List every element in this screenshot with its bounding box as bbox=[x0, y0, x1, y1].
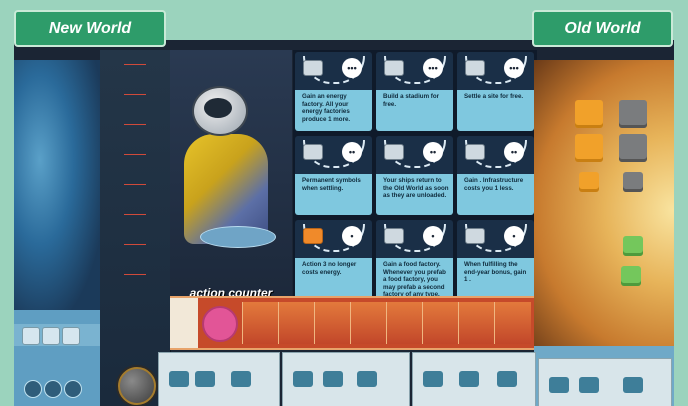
bonus-tile[interactable] bbox=[412, 352, 536, 406]
track-space bbox=[242, 302, 279, 344]
orange-resource-cube[interactable] bbox=[575, 134, 603, 162]
track-tick bbox=[124, 124, 146, 125]
ship-icon bbox=[384, 144, 404, 160]
bonus-icon bbox=[231, 371, 251, 387]
year-track bbox=[170, 296, 534, 350]
track-space bbox=[278, 302, 315, 344]
track-space bbox=[314, 302, 351, 344]
card-text: Your ships return to the Old World as so… bbox=[383, 177, 449, 200]
track-space bbox=[350, 302, 387, 344]
bonus-icon bbox=[459, 371, 479, 387]
action-card[interactable]: • When fulfilling the end-year bonus, ga… bbox=[457, 220, 534, 299]
card-cost: •• bbox=[423, 142, 443, 162]
card-cost: •• bbox=[342, 142, 362, 162]
pink-player-disc[interactable] bbox=[202, 306, 238, 342]
track-label-tile bbox=[170, 298, 198, 348]
ship-tile-icon bbox=[22, 327, 40, 345]
action-card[interactable]: ••• Build a stadium for free. bbox=[376, 52, 453, 131]
bonus-icon bbox=[323, 371, 343, 387]
track-tick bbox=[124, 64, 146, 65]
bonus-icon bbox=[195, 371, 215, 387]
game-board: action counter ••• Gain an energy factor… bbox=[14, 40, 674, 406]
card-cost: •• bbox=[504, 142, 524, 162]
end-year-bonus-icon bbox=[465, 228, 485, 244]
green-resource-cube[interactable] bbox=[623, 236, 643, 256]
action-card[interactable]: •• Gain . Infrastructure costs you 1 les… bbox=[457, 136, 534, 215]
action-card-grid: ••• Gain an energy factory. All your ene… bbox=[293, 50, 537, 302]
card-cost: ••• bbox=[423, 58, 443, 78]
action-card[interactable]: • Action 3 no longer costs energy. bbox=[295, 220, 372, 299]
track-tick bbox=[124, 184, 146, 185]
bonus-tile[interactable] bbox=[158, 352, 280, 406]
card-cost: • bbox=[504, 226, 524, 246]
ship-tile-icon bbox=[42, 327, 60, 345]
hologram-desk bbox=[200, 226, 276, 248]
card-text: Action 3 no longer costs energy. bbox=[302, 261, 357, 276]
action-counter-area[interactable]: action counter bbox=[170, 50, 292, 306]
card-text: Build a stadium for free. bbox=[383, 93, 440, 108]
action-card[interactable]: ••• Gain an energy factory. All your ene… bbox=[295, 52, 372, 131]
card-text: Gain a food factory. Whenever you prefab… bbox=[383, 261, 446, 299]
grey-resource-cube[interactable] bbox=[623, 172, 643, 192]
bonus-icon bbox=[293, 371, 313, 387]
astronaut-visor bbox=[204, 98, 232, 118]
track-tick bbox=[124, 154, 146, 155]
grey-resource-cube[interactable] bbox=[619, 100, 647, 128]
infrastructure-icon bbox=[465, 144, 485, 160]
grey-player-disc[interactable] bbox=[118, 367, 156, 405]
track-tick bbox=[124, 244, 146, 245]
bonus-icon bbox=[623, 377, 643, 393]
track-space bbox=[494, 302, 531, 344]
new-world-ship-bar bbox=[14, 324, 100, 346]
card-text: Gain an energy factory. All your energy … bbox=[302, 93, 351, 123]
bonus-icon bbox=[169, 371, 189, 387]
new-world-tag: New World bbox=[14, 10, 166, 47]
card-text: Permanent symbols when settling. bbox=[302, 177, 361, 192]
track-space bbox=[458, 302, 495, 344]
grey-resource-cube[interactable] bbox=[619, 134, 647, 162]
card-text: When fulfilling the end-year bonus, gain… bbox=[464, 261, 527, 284]
orange-resource-cube[interactable] bbox=[579, 172, 599, 192]
card-text: Settle a site for free. bbox=[464, 93, 524, 100]
action-card[interactable]: ••• Settle a site for free. bbox=[457, 52, 534, 131]
factory-icon bbox=[303, 60, 323, 76]
new-world-planet bbox=[14, 60, 100, 310]
green-resource-cube[interactable] bbox=[621, 266, 641, 286]
action-card[interactable]: •• Your ships return to the Old World as… bbox=[376, 136, 453, 215]
action-card[interactable]: •• Permanent symbols when settling. bbox=[295, 136, 372, 215]
site-icon bbox=[465, 60, 485, 76]
track-space bbox=[386, 302, 423, 344]
resource-round-icon bbox=[64, 380, 82, 398]
card-cost: • bbox=[423, 226, 443, 246]
resource-round-icon bbox=[44, 380, 62, 398]
ship-tile-icon bbox=[62, 327, 80, 345]
resource-round-icon bbox=[24, 380, 42, 398]
building-icon bbox=[303, 144, 323, 160]
card-cost: ••• bbox=[504, 58, 524, 78]
bonus-tile[interactable] bbox=[538, 358, 672, 406]
bonus-icon bbox=[423, 371, 443, 387]
card-text: Gain . Infrastructure costs you 1 less. bbox=[464, 177, 524, 192]
stadium-icon bbox=[384, 60, 404, 76]
bonus-icon bbox=[579, 377, 599, 393]
bonus-icon bbox=[497, 371, 517, 387]
old-world-sun bbox=[534, 60, 674, 360]
bonus-icon bbox=[549, 377, 569, 393]
track-space bbox=[422, 302, 459, 344]
old-world-tag: Old World bbox=[532, 10, 673, 47]
orange-resource-cube[interactable] bbox=[575, 100, 603, 128]
bonus-icon bbox=[357, 371, 377, 387]
bonus-tile[interactable] bbox=[282, 352, 410, 406]
track-tick bbox=[124, 94, 146, 95]
track-tick bbox=[124, 274, 146, 275]
track-tick bbox=[124, 214, 146, 215]
action-card[interactable]: • Gain a food factory. Whenever you pref… bbox=[376, 220, 453, 299]
card-cost: • bbox=[342, 226, 362, 246]
food-factory-icon bbox=[384, 228, 404, 244]
card-cost: ••• bbox=[342, 58, 362, 78]
play-arrow-icon bbox=[303, 228, 323, 244]
